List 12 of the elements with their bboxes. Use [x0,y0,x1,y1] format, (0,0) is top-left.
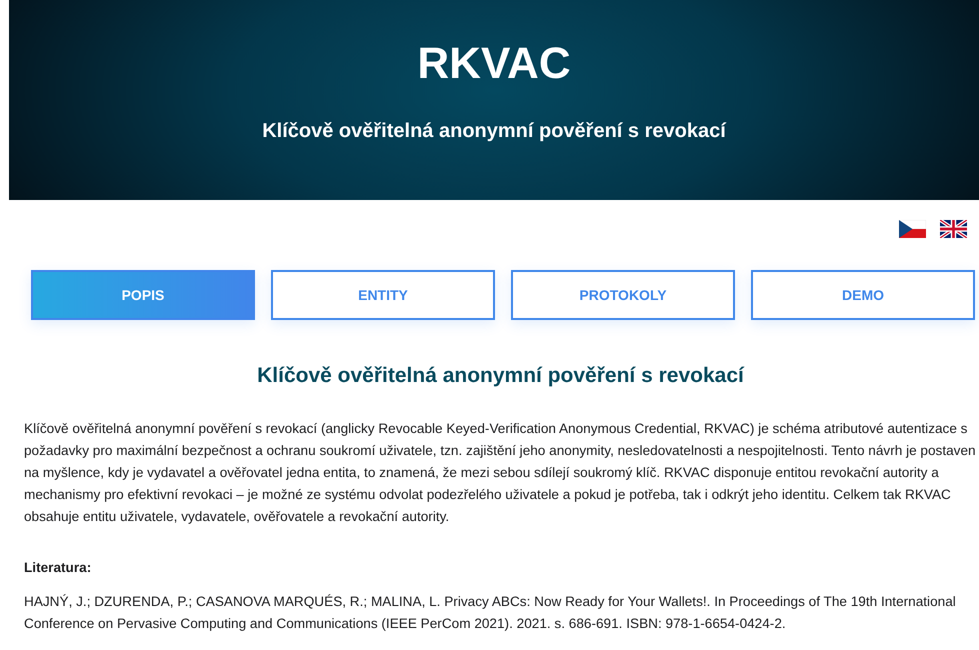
reference-text: HAJNÝ, J.; DZURENDA, P.; CASANOVA MARQUÉS, R.; MALINA, L. Privacy ABCs: Now Ready for Your Wallets!. In Proceedings of The 19th International Conference on Pervasive Computing and Communications (IEEE PerCom 2021). 2021. s. 686-691. ISBN: 978-1-6654-0424-2. [24,593,957,633]
nav-tab[interactable]: DEMO [751,270,975,320]
uk-flag-icon[interactable] [940,220,967,238]
czech-flag-icon[interactable] [899,220,926,238]
section-heading: Klíčově ověřitelná anonymní pověření s revokací [256,364,746,388]
nav-tab[interactable]: ENTITY [271,270,495,320]
site-subtitle: Klíčově ověřitelná anonymní pověření s revokací [261,120,728,143]
nav-tab[interactable]: POPIS [31,270,255,320]
site-title: RKVAC [416,38,572,90]
description-paragraph: Klíčově ověřitelná anonymní pověření s revokací (anglicky Revocable Keyed-Verification Anonymous Credential, RKVAC) je schéma atributové autentizace s požadavky pro maximální bezpečnost a ochranu soukromí uživatele, tzn. zajištění jeho anonymity, nesledovatelnosti a nespojitelnosti. Tento návrh je postaven na myšlence, kdy je vydavatel a ověřovatel jedna entita, to znamená, že mezi sebou sdílejí soukromý klíč. RKVAC disponuje entitou revokační autority a mechanismy pro efektivní revokaci – je možné ze systému odvolat podezřelého uživatele a pokud je potřeba, tak i odkrýt jeho identitu. Celkem tak RKVAC obsahuje entitu uživatele, vydavatele, ověřovatele a revokační autority. [24,420,977,526]
nav-tab[interactable]: PROTOKOLY [511,270,735,320]
literature-label: Literatura: [24,560,92,575]
